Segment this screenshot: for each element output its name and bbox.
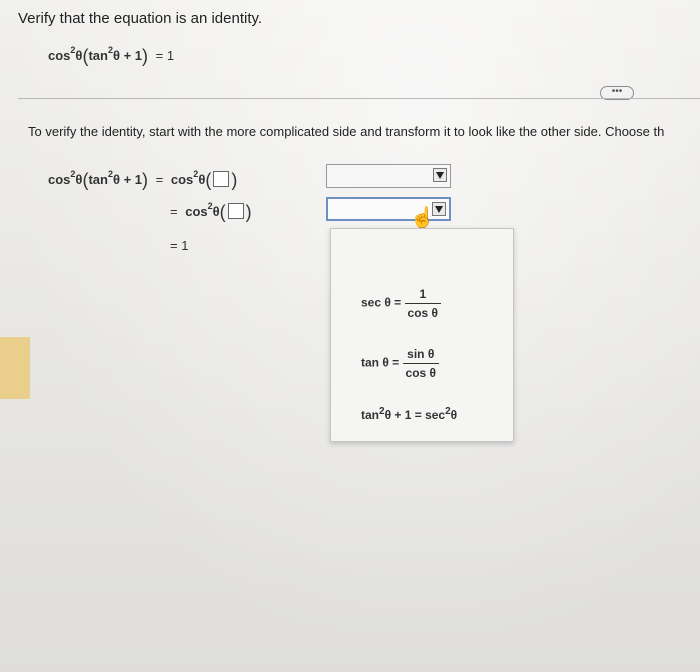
menu-option-pythagorean[interactable]: tan2θ + 1 = sec2θ bbox=[361, 406, 457, 422]
problem-title: Verify that the equation is an identity. bbox=[18, 10, 263, 27]
divider bbox=[18, 98, 700, 99]
step-line-3: = 1 bbox=[170, 238, 189, 253]
step-line-1: cos2θ(tan2θ + 1) = cos2θ() bbox=[48, 168, 238, 190]
instructions-text: To verify the identity, start with the m… bbox=[28, 124, 665, 139]
reason-dropdown-1[interactable] bbox=[326, 164, 451, 188]
side-tab bbox=[0, 337, 30, 399]
answer-box-2[interactable] bbox=[227, 203, 244, 219]
hand-cursor-icon: ☝ bbox=[410, 207, 435, 229]
dropdown-menu: sec θ = 1 cos θ tan θ = sin θ cos θ tan2θ … bbox=[330, 228, 514, 442]
menu-option-tan[interactable]: tan θ = sin θ cos θ bbox=[361, 347, 440, 380]
menu-option-sec[interactable]: sec θ = 1 cos θ bbox=[361, 287, 442, 320]
answer-box-1[interactable] bbox=[213, 171, 230, 187]
problem-equation: cos2θ(tan2θ + 1) = 1 bbox=[48, 44, 175, 66]
step-line-2: = cos2θ() bbox=[170, 200, 252, 222]
chevron-down-icon[interactable] bbox=[433, 168, 447, 182]
